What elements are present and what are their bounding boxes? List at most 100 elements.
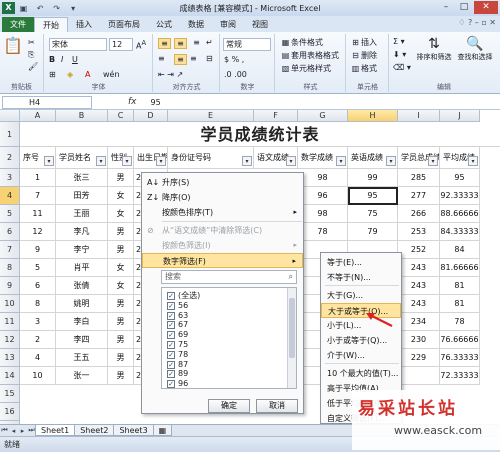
row-header-14[interactable]: 15 <box>0 385 20 403</box>
table-cell[interactable]: 田芳 <box>56 187 108 205</box>
row-header-9[interactable]: 10 <box>0 295 20 313</box>
row-header-5[interactable]: 6 <box>0 223 20 241</box>
column-header-0[interactable]: A <box>20 110 56 122</box>
table-cell[interactable]: 9 <box>20 241 56 259</box>
clear-icon[interactable]: ⌫ ▾ <box>393 63 411 72</box>
number-filter-item[interactable]: 不等于(N)... <box>321 270 401 285</box>
table-cell[interactable]: 84.33333 <box>440 223 480 241</box>
table-cell[interactable]: 95 <box>348 187 398 205</box>
table-cell[interactable]: 男 <box>108 223 134 241</box>
checkbox-icon[interactable]: ✓ <box>167 321 175 330</box>
next-sheet-icon[interactable]: ▸ <box>18 427 27 435</box>
align-middle-icon[interactable]: ≡ <box>174 38 187 49</box>
tab-view[interactable]: 视图 <box>244 17 276 32</box>
filter-dropdown-icon[interactable]: ▾ <box>336 156 346 166</box>
column-header-7[interactable]: H <box>348 110 398 122</box>
copy-icon[interactable]: ⎘ <box>28 50 34 60</box>
column-header-6[interactable]: G <box>298 110 348 122</box>
paste-button[interactable]: 📋 <box>2 36 24 55</box>
table-cell[interactable]: 234 <box>398 313 440 331</box>
checkbox-icon[interactable]: ✓ <box>167 370 175 379</box>
sheet-title[interactable]: 学员成绩统计表 <box>20 122 500 147</box>
table-cell[interactable]: 78 <box>298 223 348 241</box>
table-cell[interactable]: 243 <box>398 259 440 277</box>
filter-value-item[interactable]: ✓ 87 <box>167 360 188 370</box>
column-header-8[interactable]: I <box>398 110 440 122</box>
row-header-15[interactable]: 16 <box>0 403 20 421</box>
filter-dropdown-icon[interactable]: ▾ <box>122 156 132 166</box>
table-cell[interactable]: 男 <box>108 313 134 331</box>
table-cell[interactable]: 84 <box>440 241 480 259</box>
column-header-4[interactable]: E <box>168 110 254 122</box>
row-header-6[interactable]: 7 <box>0 241 20 259</box>
checkbox-icon[interactable]: ✓ <box>167 360 175 369</box>
menu-sort-ascending[interactable]: A↓ 升序(S) <box>142 175 303 190</box>
filter-dropdown-icon[interactable]: ▾ <box>156 156 166 166</box>
tab-page-layout[interactable]: 页面布局 <box>100 17 148 32</box>
cut-icon[interactable]: ✂ <box>28 38 35 47</box>
table-cell[interactable]: 99 <box>348 169 398 187</box>
table-cell[interactable]: 王五 <box>56 349 108 367</box>
table-cell[interactable]: 253 <box>398 223 440 241</box>
insert-cells-button[interactable]: ⊞ 插入 <box>350 37 377 48</box>
row-header-11[interactable]: 12 <box>0 331 20 349</box>
column-header-2[interactable]: C <box>108 110 134 122</box>
checkbox-icon[interactable]: ✓ <box>167 380 175 388</box>
table-cell[interactable]: 女 <box>108 205 134 223</box>
table-cell[interactable]: 李白 <box>56 313 108 331</box>
table-cell[interactable]: 7 <box>20 187 56 205</box>
close-icon[interactable]: ✕ <box>474 1 498 14</box>
number-format-select[interactable]: 常规 <box>223 38 271 51</box>
dropdown-icon[interactable]: ▾ <box>68 3 79 14</box>
table-cell[interactable]: 230 <box>398 331 440 349</box>
row-header-0[interactable]: 1 <box>0 122 20 147</box>
table-cell[interactable]: 张一 <box>56 367 108 385</box>
table-cell[interactable]: 98 <box>298 205 348 223</box>
filter-dropdown-icon[interactable]: ▾ <box>286 156 296 166</box>
table-cell[interactable]: 女 <box>108 259 134 277</box>
filter-value-item[interactable]: ✓ 78 <box>167 350 188 360</box>
maximize-icon[interactable]: □ <box>456 1 472 14</box>
filter-value-item[interactable]: ✓ 75 <box>167 340 188 350</box>
table-cell[interactable]: 98 <box>298 169 348 187</box>
border-icon[interactable]: ⊞ <box>49 70 56 79</box>
delete-cells-button[interactable]: ⊟ 删除 <box>350 50 377 61</box>
row-header-10[interactable]: 11 <box>0 313 20 331</box>
fill-color-icon[interactable]: ◈ <box>67 70 73 79</box>
table-cell[interactable]: 81 <box>440 277 480 295</box>
header-cell[interactable]: 英语成绩 ▾ <box>348 147 398 169</box>
tab-insert[interactable]: 插入 <box>68 17 100 32</box>
table-cell[interactable]: 285 <box>398 169 440 187</box>
checkbox-icon[interactable]: ✓ <box>167 292 175 300</box>
filter-dropdown-icon[interactable]: ▾ <box>96 156 106 166</box>
cancel-button[interactable]: 取消 <box>256 399 298 413</box>
merge-icon[interactable]: ⊟ <box>206 54 213 63</box>
filter-dropdown-icon[interactable]: ▾ <box>386 156 396 166</box>
table-cell[interactable]: 姚明 <box>56 295 108 313</box>
decimal-icon[interactable]: .0 .00 <box>224 70 247 79</box>
menu-sort-descending[interactable]: Z↓ 降序(O) <box>142 190 303 205</box>
number-filter-item[interactable]: 小于或等于(Q)... <box>321 333 401 348</box>
filter-dropdown-icon[interactable]: ▾ <box>242 156 252 166</box>
header-cell[interactable]: 性别 ▾ <box>108 147 134 169</box>
tab-formulas[interactable]: 公式 <box>148 17 180 32</box>
table-cell[interactable] <box>398 367 440 385</box>
table-cell[interactable]: 女 <box>108 277 134 295</box>
header-cell[interactable]: 数学成绩 ▾ <box>298 147 348 169</box>
tab-sheet1[interactable]: Sheet1 <box>35 425 76 436</box>
header-cell[interactable]: 序号 ▾ <box>20 147 56 169</box>
table-cell[interactable]: 11 <box>20 205 56 223</box>
grow-font-icon[interactable]: AA <box>136 39 146 51</box>
table-cell[interactable]: 王丽 <box>56 205 108 223</box>
table-cell[interactable]: 96 <box>298 187 348 205</box>
fill-icon[interactable]: ⬇ ▾ <box>393 50 406 59</box>
table-cell[interactable]: 92.33333 <box>440 187 480 205</box>
filter-value-item[interactable]: ✓ 56 <box>167 301 188 311</box>
prev-sheet-icon[interactable]: ◂ <box>9 427 18 435</box>
filter-value-item[interactable]: ✓ 63 <box>167 311 188 321</box>
tab-home[interactable]: 开始 <box>34 17 68 32</box>
row-header-12[interactable]: 13 <box>0 349 20 367</box>
redo-icon[interactable]: ↷ <box>51 3 62 14</box>
tab-sheet2[interactable]: Sheet2 <box>74 425 115 436</box>
table-cell[interactable]: 75 <box>348 205 398 223</box>
